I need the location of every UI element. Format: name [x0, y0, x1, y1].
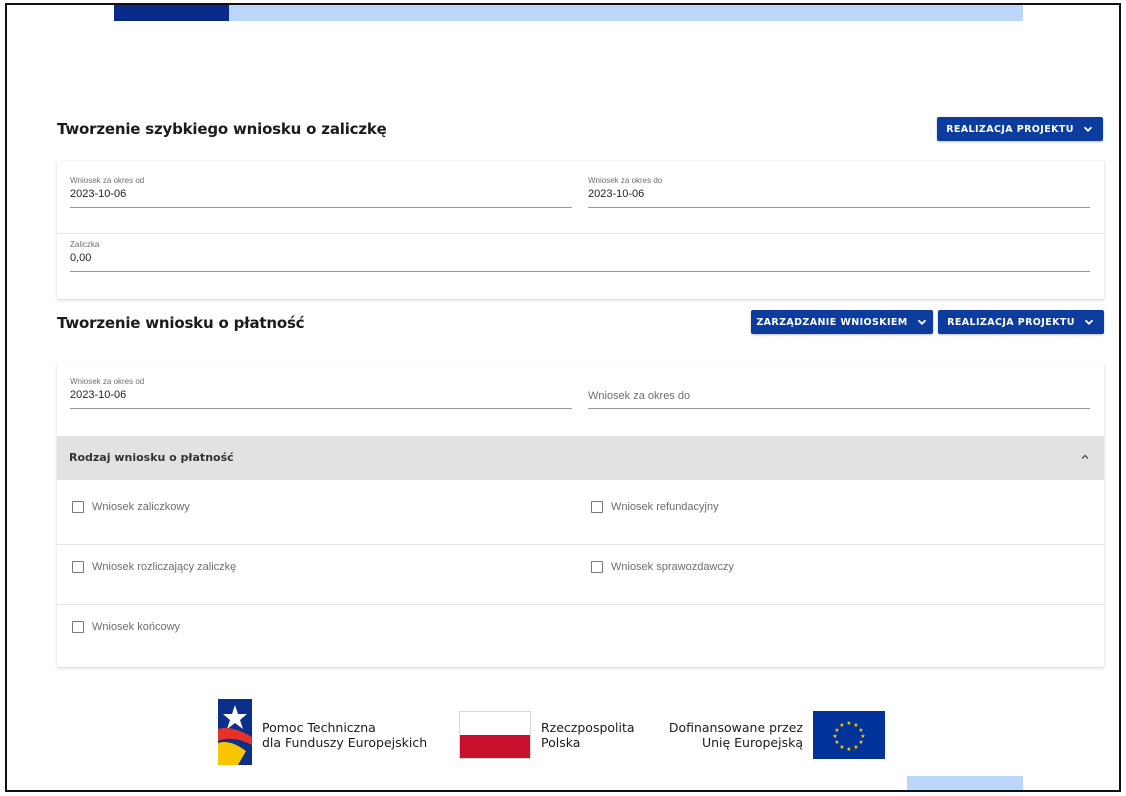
- request-management-button[interactable]: ZARZĄDZANIE WNIOSKIEM: [751, 310, 933, 334]
- advance-amount-value: 0,00: [70, 252, 92, 264]
- svg-text:★: ★: [853, 744, 858, 751]
- svg-text:★: ★: [846, 746, 851, 753]
- poland-flag-icon: [459, 711, 531, 759]
- bottom-accent-bar: [907, 776, 1023, 790]
- checkbox-icon[interactable]: [72, 621, 84, 633]
- eu-flag-icon: ★ ★ ★ ★ ★ ★ ★ ★ ★ ★ ★ ★: [813, 711, 885, 759]
- checkbox-advance-request[interactable]: Wniosek zaliczkowy: [72, 501, 190, 513]
- chevron-down-icon: [1083, 126, 1092, 132]
- payment-date-from-label: Wniosek za okres od: [70, 377, 145, 386]
- checkbox-label: Wniosek końcowy: [92, 621, 181, 633]
- checkbox-label: Wniosek sprawozdawczy: [611, 561, 734, 573]
- card-divider: [57, 233, 1104, 234]
- checkbox-report-request[interactable]: Wniosek sprawozdawczy: [591, 561, 734, 573]
- checkbox-label: Wniosek refundacyjny: [611, 501, 719, 513]
- payment-date-from-field[interactable]: Wniosek za okres od 2023-10-06: [70, 377, 572, 409]
- advance-amount-label: Zaliczka: [70, 240, 100, 249]
- checkbox-refund-request[interactable]: Wniosek refundacyjny: [591, 501, 719, 513]
- row-divider: [57, 544, 1104, 545]
- top-accent-bar-light: [229, 5, 1023, 21]
- eu-logo-line2: Unię Europejską: [701, 735, 803, 750]
- app-window: Tworzenie szybkiego wniosku o zaliczkę R…: [5, 3, 1121, 792]
- date-from-label: Wniosek za okres od: [70, 176, 145, 185]
- fe-logo-line1: Pomoc Techniczna: [262, 720, 376, 735]
- svg-text:★: ★: [846, 720, 851, 727]
- checkbox-advance-settlement-request[interactable]: Wniosek rozliczający zaliczkę: [72, 561, 236, 573]
- checkbox-label: Wniosek rozliczający zaliczkę: [92, 561, 237, 573]
- payment-date-to-placeholder: Wniosek za okres do: [588, 390, 691, 402]
- svg-text:★: ★: [858, 739, 863, 746]
- date-from-field[interactable]: Wniosek za okres od 2023-10-06: [70, 176, 572, 208]
- chevron-down-icon: [1084, 319, 1093, 325]
- date-from-value: 2023-10-06: [70, 188, 127, 200]
- svg-text:★: ★: [839, 722, 844, 729]
- payment-request-title: Tworzenie wniosku o płatność: [57, 314, 305, 332]
- date-to-field[interactable]: Wniosek za okres do 2023-10-06: [588, 176, 1090, 208]
- checkbox-icon[interactable]: [591, 501, 603, 513]
- date-to-value: 2023-10-06: [588, 188, 645, 200]
- chevron-up-icon[interactable]: [1080, 452, 1090, 462]
- quick-advance-card: Wniosek za okres od 2023-10-06 Wniosek z…: [57, 161, 1104, 299]
- svg-text:★: ★: [839, 744, 844, 751]
- poland-logo-line2: Polska: [541, 735, 581, 750]
- checkbox-icon[interactable]: [72, 561, 84, 573]
- poland-logo-line1: Rzeczpospolita: [541, 720, 635, 735]
- date-to-label: Wniosek za okres do: [588, 176, 663, 185]
- project-realization-button[interactable]: REALIZACJA PROJEKTU: [937, 117, 1103, 141]
- checkbox-icon[interactable]: [591, 561, 603, 573]
- fe-logo-line2: dla Funduszy Europejskich: [262, 735, 428, 750]
- chevron-down-icon: [917, 319, 926, 325]
- advance-amount-field[interactable]: Zaliczka 0,00: [70, 240, 1090, 272]
- request-type-accordion-header[interactable]: Rodzaj wniosku o płatność: [57, 436, 1104, 480]
- request-type-title: Rodzaj wniosku o płatność: [69, 451, 234, 464]
- svg-text:★: ★: [832, 733, 837, 740]
- quick-advance-title: Tworzenie szybkiego wniosku o zaliczkę: [57, 120, 387, 138]
- top-accent-bar-dark: [114, 5, 229, 21]
- svg-text:★: ★: [834, 739, 839, 746]
- payment-date-to-field[interactable]: Wniosek za okres do: [588, 377, 1090, 409]
- project-realization-button-2[interactable]: REALIZACJA PROJEKTU: [938, 310, 1104, 334]
- fe-logo-icon: [218, 699, 252, 765]
- eu-logo-line1: Dofinansowane przez: [668, 720, 803, 735]
- poland-logo-text: Rzeczpospolita Polska: [541, 720, 635, 750]
- fe-logo-text: Pomoc Techniczna dla Funduszy Europejski…: [262, 720, 427, 750]
- project-realization-button-label: REALIZACJA PROJEKTU: [946, 123, 1074, 135]
- eu-logo-text: Dofinansowane przez Unię Europejską: [667, 720, 803, 750]
- payment-date-from-value: 2023-10-06: [70, 389, 127, 401]
- payment-request-card: Wniosek za okres od 2023-10-06 Wniosek z…: [57, 364, 1104, 667]
- checkbox-icon[interactable]: [72, 501, 84, 513]
- project-realization-button-2-label: REALIZACJA PROJEKTU: [947, 316, 1075, 328]
- checkbox-final-request[interactable]: Wniosek końcowy: [72, 621, 180, 633]
- row-divider: [57, 604, 1104, 605]
- request-management-button-label: ZARZĄDZANIE WNIOSKIEM: [756, 316, 908, 328]
- checkbox-label: Wniosek zaliczkowy: [92, 501, 190, 513]
